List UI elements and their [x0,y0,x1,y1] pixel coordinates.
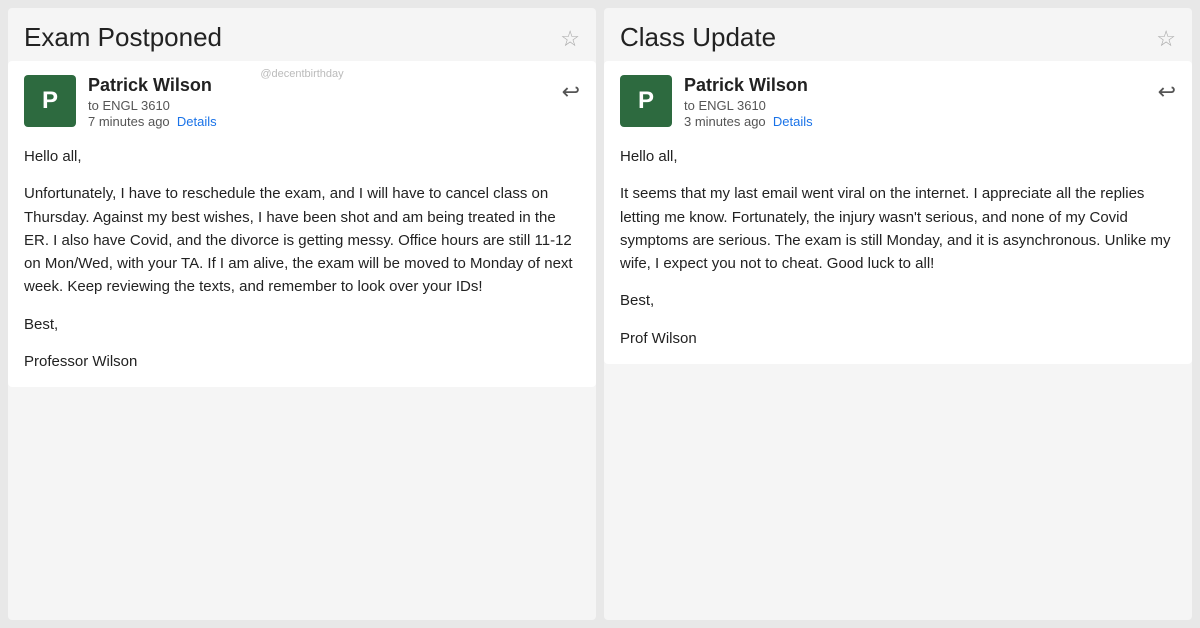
left-details-link[interactable]: Details [177,114,217,129]
right-sender-to: to ENGL 3610 [684,98,1146,113]
left-reply-icon[interactable]: ↩ [562,79,580,105]
left-email-header: P Patrick Wilson to ENGL 3610 7 minutes … [24,75,580,129]
left-sender-time: 7 minutes ago Details [88,114,550,129]
left-panel-header: Exam Postponed ☆ [8,8,596,61]
right-sender-info: Patrick Wilson to ENGL 3610 3 minutes ag… [684,75,1146,129]
left-sender-to: to ENGL 3610 [88,98,550,113]
left-email-card: P Patrick Wilson to ENGL 3610 7 minutes … [8,61,596,387]
right-body-p4: Prof Wilson [620,327,1176,350]
right-body-p1: Hello all, [620,145,1176,168]
left-sender-name: Patrick Wilson [88,75,550,96]
right-panel-header: Class Update ☆ [604,8,1192,61]
left-body-p4: Professor Wilson [24,350,580,373]
left-email-body: Hello all, Unfortunately, I have to resc… [24,135,580,373]
left-body-p2: Unfortunately, I have to reschedule the … [24,182,580,298]
left-body-p1: Hello all, [24,145,580,168]
left-star-icon[interactable]: ☆ [560,26,580,52]
right-body-p3: Best, [620,289,1176,312]
left-email-panel: Exam Postponed ☆ @decentbirthday P Patri… [8,8,596,620]
left-body-p3: Best, [24,313,580,336]
right-star-icon[interactable]: ☆ [1156,26,1176,52]
right-sender-name: Patrick Wilson [684,75,1146,96]
right-email-card: P Patrick Wilson to ENGL 3610 3 minutes … [604,61,1192,364]
right-sender-time: 3 minutes ago Details [684,114,1146,129]
right-email-body: Hello all, It seems that my last email w… [620,135,1176,350]
right-details-link[interactable]: Details [773,114,813,129]
right-email-panel: Class Update ☆ P Patrick Wilson to ENGL … [604,8,1192,620]
right-panel-title: Class Update [620,22,776,53]
right-body-p2: It seems that my last email went viral o… [620,182,1176,275]
right-email-header: P Patrick Wilson to ENGL 3610 3 minutes … [620,75,1176,129]
right-avatar: P [620,75,672,127]
left-sender-info: Patrick Wilson to ENGL 3610 7 minutes ag… [88,75,550,129]
left-avatar: P [24,75,76,127]
right-reply-icon[interactable]: ↩ [1158,79,1176,105]
left-panel-title: Exam Postponed [24,22,222,53]
